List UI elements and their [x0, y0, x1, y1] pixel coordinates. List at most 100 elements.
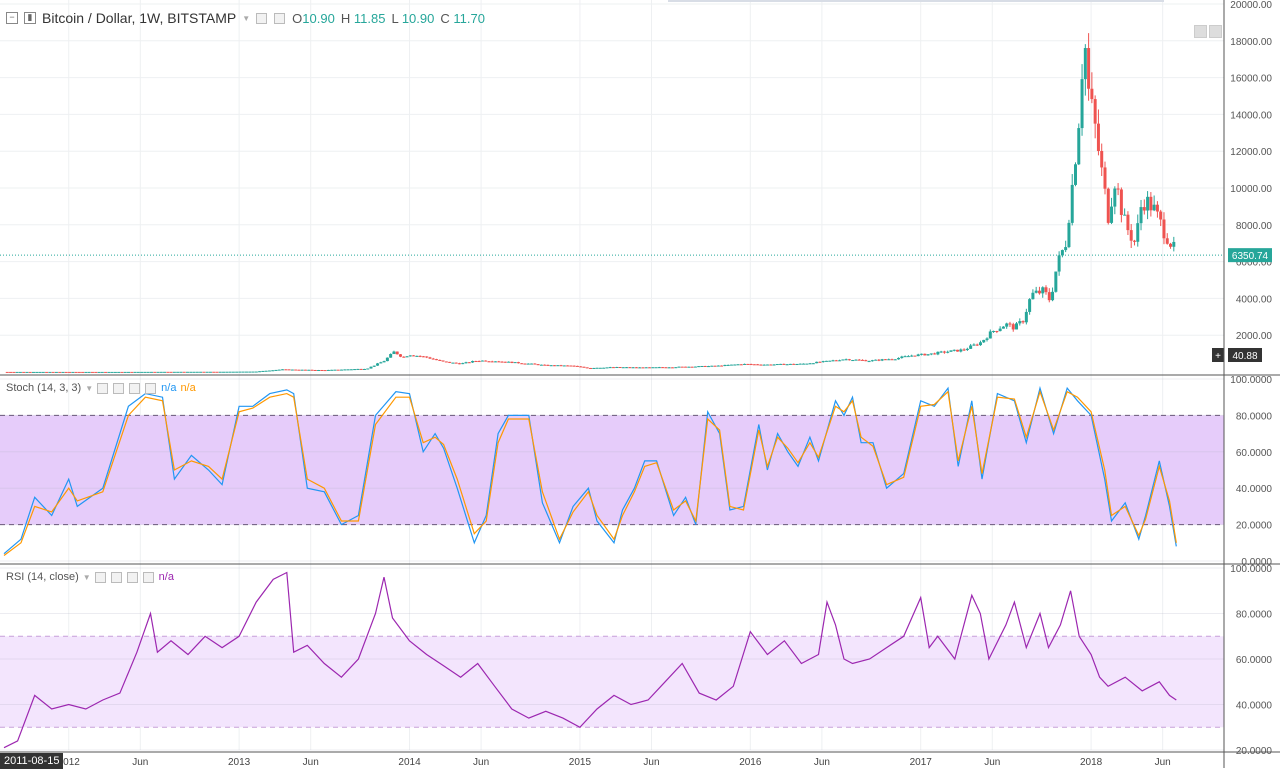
- candle-body: [254, 371, 258, 373]
- close-icon[interactable]: [145, 382, 157, 394]
- candle-body: [258, 371, 262, 373]
- candle-body: [749, 364, 753, 366]
- candle-body: [343, 369, 347, 371]
- candle-body: [441, 360, 445, 362]
- candle-body: [228, 371, 232, 373]
- candle-body: [1028, 299, 1032, 312]
- candle-body: [113, 371, 117, 373]
- gear-icon[interactable]: [110, 571, 122, 583]
- candle-body: [402, 356, 406, 358]
- candle-body: [687, 366, 691, 368]
- candle-body: [693, 366, 697, 368]
- candle-body: [834, 360, 838, 362]
- candle-body: [467, 362, 471, 364]
- candle-body: [821, 361, 825, 363]
- candle-body: [231, 371, 235, 373]
- chevron-down-icon[interactable]: ▼: [242, 14, 250, 23]
- chevron-down-icon[interactable]: ▼: [85, 384, 93, 393]
- candle-body: [579, 366, 583, 368]
- eye-icon[interactable]: [97, 382, 109, 394]
- candle-body: [35, 371, 39, 373]
- candle-body: [985, 338, 989, 340]
- time-axis-tick: Jun: [473, 757, 489, 768]
- candle-body: [700, 365, 704, 367]
- candle-body: [22, 371, 26, 373]
- candle-body: [471, 361, 475, 363]
- candle-body: [818, 361, 822, 363]
- rsi-label[interactable]: RSI (14, close): [6, 571, 79, 583]
- candle-body: [330, 369, 334, 371]
- candle-body: [595, 367, 599, 369]
- candle-body: [425, 356, 429, 358]
- candle-body: [992, 330, 996, 332]
- candle-body: [9, 371, 13, 373]
- candle-body: [1139, 207, 1143, 224]
- candle-body: [290, 369, 294, 371]
- chevron-down-icon[interactable]: ▼: [83, 573, 91, 582]
- candle-body: [765, 364, 769, 366]
- eye-icon[interactable]: [256, 12, 268, 24]
- time-axis-tick: 2016: [739, 757, 762, 768]
- candle-body: [412, 355, 416, 357]
- candle-body: [844, 359, 848, 361]
- candle-body: [244, 371, 248, 373]
- close-label: C: [440, 10, 450, 26]
- candle-body: [1132, 240, 1136, 242]
- candle-body: [12, 371, 16, 373]
- candle-body: [418, 355, 422, 357]
- gear-icon[interactable]: [113, 382, 125, 394]
- candle-body: [674, 367, 678, 369]
- candle-body: [5, 371, 9, 373]
- candle-body: [1172, 241, 1176, 247]
- arrow-up-icon[interactable]: [1209, 25, 1222, 38]
- candle-body: [166, 371, 170, 373]
- candle-body: [1060, 250, 1064, 256]
- collapse-icon[interactable]: −: [6, 12, 18, 24]
- candle-body: [362, 368, 366, 370]
- candle-body: [218, 371, 222, 373]
- candle-body: [100, 371, 104, 373]
- candle-body: [1136, 223, 1140, 242]
- candle-body: [1100, 150, 1104, 168]
- gear-icon[interactable]: [274, 12, 286, 24]
- candle-body: [369, 366, 373, 369]
- candle-body: [287, 369, 291, 371]
- candle-body: [1116, 188, 1120, 190]
- price-axis-tick: 8000.00: [1236, 221, 1273, 232]
- candle-body: [867, 361, 871, 363]
- candle-body: [1159, 211, 1163, 220]
- close-icon[interactable]: [142, 571, 154, 583]
- candle-body: [965, 348, 969, 350]
- candle-body: [277, 369, 281, 371]
- candle-body: [457, 363, 461, 365]
- symbol-title[interactable]: Bitcoin / Dollar, 1W, BITSTAMP: [42, 10, 236, 26]
- add-icon[interactable]: [129, 382, 141, 394]
- candle-body: [1073, 164, 1077, 185]
- candle-body: [133, 371, 137, 373]
- candle-body: [628, 367, 632, 369]
- candle-body: [64, 371, 68, 373]
- eye-icon[interactable]: [94, 571, 106, 583]
- candle-body: [533, 363, 537, 365]
- candle-body: [824, 360, 828, 362]
- candle-body: [182, 371, 186, 373]
- candle-body: [1018, 321, 1022, 324]
- price-axis-tick: 10000.00: [1230, 184, 1272, 195]
- candle-body: [146, 371, 150, 373]
- stoch-label[interactable]: Stoch (14, 3, 3): [6, 382, 81, 394]
- rsi-header: RSI (14, close) ▼ n/a: [6, 571, 174, 583]
- candle-body: [775, 364, 779, 366]
- candle-body: [510, 361, 514, 363]
- candle-body: [611, 367, 615, 369]
- candle-body: [1113, 188, 1117, 207]
- arrow-down-icon[interactable]: [1194, 25, 1207, 38]
- candle-body: [870, 360, 874, 362]
- candle-body: [667, 367, 671, 369]
- candle-body: [68, 371, 72, 373]
- candle-body: [680, 366, 684, 368]
- add-icon[interactable]: [126, 571, 138, 583]
- candle-body: [893, 359, 897, 361]
- candle-body: [267, 370, 271, 372]
- candle-body: [117, 371, 121, 373]
- candle-body: [163, 371, 167, 373]
